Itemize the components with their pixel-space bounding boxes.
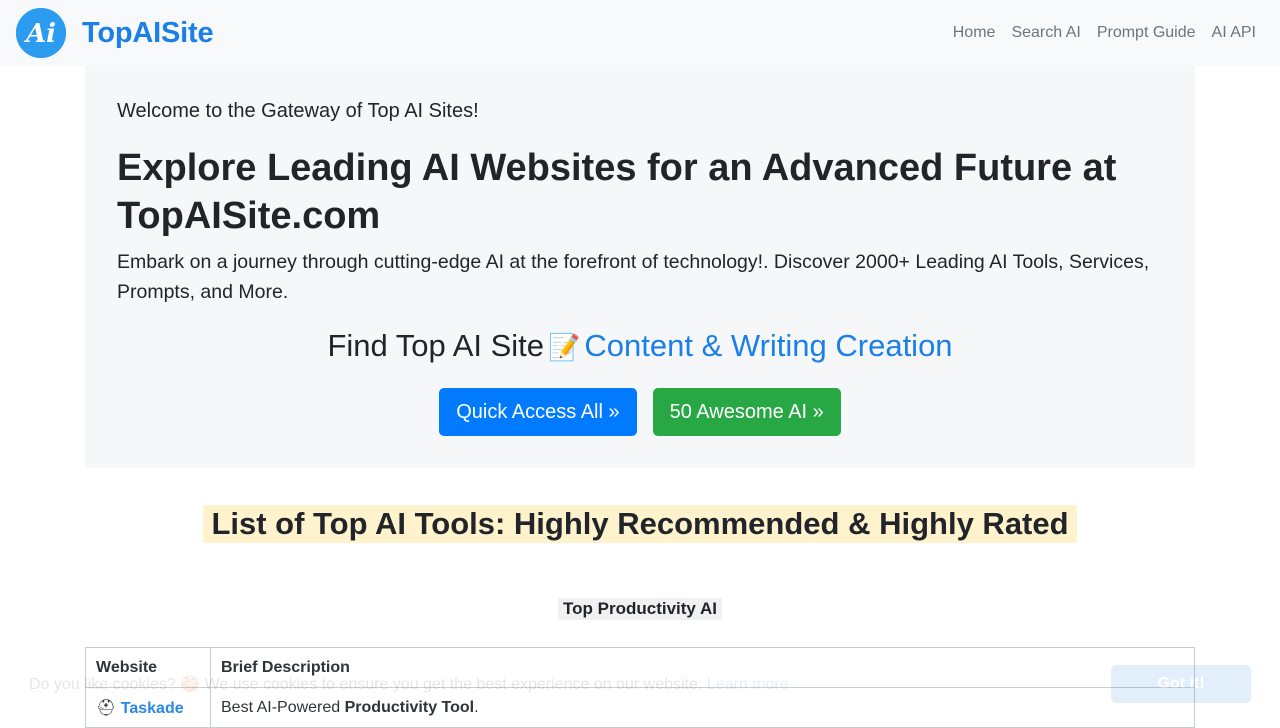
cookie-accept-button[interactable]: Got it! <box>1111 665 1251 703</box>
category-subtitle: Top Productivity AI <box>558 598 722 620</box>
nav-home[interactable]: Home <box>953 24 996 42</box>
sub-title-wrap: Top Productivity AI <box>0 598 1280 620</box>
nav-search-ai[interactable]: Search AI <box>1011 24 1080 42</box>
quick-access-button[interactable]: Quick Access All » <box>439 388 637 436</box>
hero-jumbotron: Welcome to the Gateway of Top AI Sites! … <box>85 66 1195 468</box>
find-prefix: Find Top AI Site <box>327 328 545 363</box>
nav-prompt-guide[interactable]: Prompt Guide <box>1097 24 1196 42</box>
ai-logo-icon: Ai <box>16 8 66 58</box>
welcome-text: Welcome to the Gateway of Top AI Sites! <box>117 100 479 122</box>
awesome-ai-button[interactable]: 50 Awesome AI » <box>652 388 841 436</box>
memo-icon: 📝 <box>548 332 581 362</box>
learn-more-link[interactable]: Learn more <box>707 676 789 693</box>
cookie-text-wrap: Do you like cookies? 🍪 We use cookies to… <box>29 674 789 694</box>
nav-links: Home Search AI Prompt Guide AI API <box>937 0 1256 66</box>
hero-headline: Explore Leading AI Websites for an Advan… <box>117 147 1117 237</box>
nav-ai-api[interactable]: AI API <box>1212 24 1256 42</box>
find-line: Find Top AI Site 📝 Content & Writing Creat… <box>85 328 1195 364</box>
navbar: Ai TopAISite Home Search AI Prompt Guide… <box>0 0 1280 66</box>
brand-link[interactable]: Ai TopAISite <box>16 8 214 58</box>
brand-name: TopAISite <box>82 16 214 49</box>
cookie-banner: Do you like cookies? 🍪 We use cookies to… <box>0 652 1280 720</box>
logo-text: Ai <box>23 19 56 49</box>
category-link[interactable]: Content & Writing Creation <box>584 328 952 363</box>
cookie-message: Do you like cookies? 🍪 We use cookies to… <box>29 676 703 693</box>
section-title: List of Top AI Tools: Highly Recommended… <box>203 505 1077 543</box>
hero-buttons: Quick Access All » 50 Awesome AI » <box>85 388 1195 436</box>
hero-lead: Embark on a journey through cutting-edge… <box>117 251 1150 303</box>
section-title-wrap: List of Top AI Tools: Highly Recommended… <box>0 505 1280 543</box>
